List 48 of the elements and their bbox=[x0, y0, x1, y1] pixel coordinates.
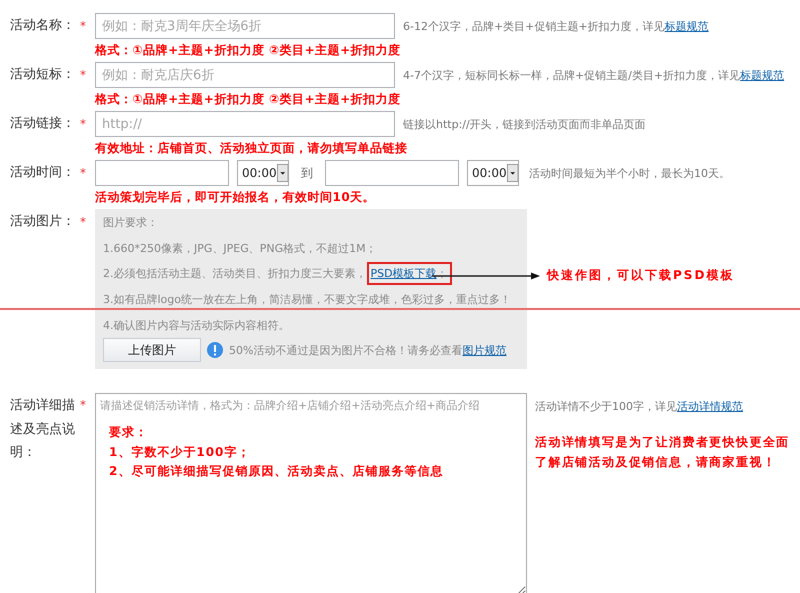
info-icon bbox=[207, 342, 223, 358]
separator-text: 到 bbox=[301, 164, 313, 182]
required-mark: * bbox=[80, 214, 87, 231]
time-select[interactable]: 00:00 bbox=[467, 160, 519, 186]
date-input[interactable] bbox=[325, 160, 459, 186]
hint-link[interactable]: 标题规范 bbox=[664, 20, 709, 32]
callout-text: 快速作图，可以下载PSD模板 bbox=[547, 267, 734, 284]
text-input[interactable]: 例如：耐克3周年庆全场6折 bbox=[95, 13, 395, 39]
panel-title: 图片要求： bbox=[103, 215, 159, 231]
required-mark: * bbox=[80, 67, 87, 84]
requirement-text: 3.如有品牌logo统一放在左上角，简洁易懂，不要文字成堆，色彩过多，重点过多！ bbox=[103, 292, 512, 308]
text-input[interactable]: http:// bbox=[95, 111, 395, 137]
requirement-note: 2、尽可能详细描写促销原因、活动卖点、店铺服务等信息 bbox=[109, 463, 444, 480]
field-label: 活动短标： bbox=[10, 66, 76, 84]
format-note: 有效地址：店铺首页、活动独立页面，请勿填写单品链接 bbox=[95, 140, 408, 157]
requirement-text: 4.确认图片内容与活动实际内容相符。 bbox=[103, 318, 290, 334]
required-mark: * bbox=[80, 397, 87, 414]
upload-button[interactable]: 上传图片 bbox=[103, 338, 201, 362]
required-mark: * bbox=[80, 116, 87, 133]
emphasis-note: 活动详情填写是为了让消费者更快快更全面了解店铺活动及促销信息，请商家重视！ bbox=[535, 434, 791, 471]
dropdown-caret-icon bbox=[506, 162, 518, 184]
warning-text: 50%活动不通过是因为图片不合格！请务必查看图片规范 bbox=[229, 342, 506, 358]
field-label: 活动名称： bbox=[10, 17, 76, 35]
requirement-note: 要求： bbox=[109, 424, 149, 441]
hint-text: 4-7个汉字，短标同长标一样，品牌+促销主题/类目+折扣力度，详见标题规范 bbox=[403, 68, 784, 82]
image-spec-link[interactable]: 图片规范 bbox=[462, 344, 506, 357]
text-input[interactable]: 例如：耐克店庆6折 bbox=[95, 62, 395, 88]
requirement-text: 2.必须包括活动主题、活动类目、折扣力度三大要素， bbox=[103, 267, 366, 280]
requirement-text: 1.660*250像素，JPG、JPEG、PNG格式，不超过1M； bbox=[103, 240, 378, 257]
hint-text: 活动时间最短为半个小时，最长为10天。 bbox=[529, 166, 730, 180]
hint-link[interactable]: 活动详情规范 bbox=[677, 400, 743, 413]
field-label: 活动时间： bbox=[10, 164, 76, 182]
hint-text: 链接以http://开头，链接到活动页面而非单品页面 bbox=[403, 116, 646, 132]
hint-text: 6-12个汉字，品牌+类目+促销主题+折扣力度，详见标题规范 bbox=[403, 18, 709, 34]
hint-text: 活动详情不少于100字，详见活动详情规范 bbox=[535, 399, 744, 414]
field-label: 活动图片： bbox=[10, 213, 76, 231]
hint-link[interactable]: 标题规范 bbox=[740, 68, 784, 82]
format-note: 格式：①品牌+主题+折扣力度 ②类目+主题+折扣力度 bbox=[95, 91, 402, 108]
format-note: 活动策划完毕后，即可开始报名，有效时间10天。 bbox=[95, 189, 376, 206]
format-note: 格式：①品牌+主题+折扣力度 ②类目+主题+折扣力度 bbox=[95, 42, 402, 59]
requirement-note: 1、字数不少于100字； bbox=[109, 444, 252, 460]
required-mark: * bbox=[80, 165, 87, 182]
date-input[interactable] bbox=[95, 160, 229, 186]
field-label: 活动详细描述及亮点说明： bbox=[10, 397, 76, 462]
field-label: 活动链接： bbox=[10, 115, 76, 133]
required-mark: * bbox=[80, 18, 87, 35]
dropdown-caret-icon bbox=[276, 162, 288, 184]
time-select[interactable]: 00:00 bbox=[237, 160, 289, 186]
